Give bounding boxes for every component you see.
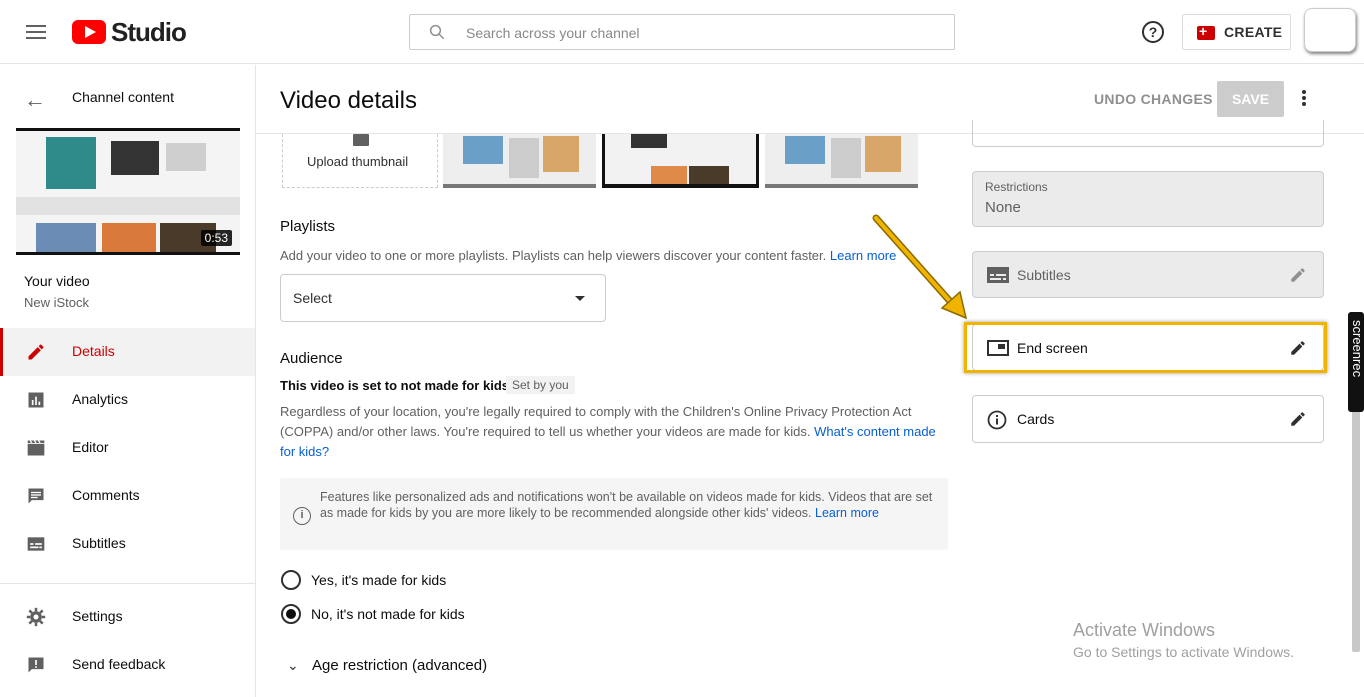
radio-label-no[interactable]: No, it's not made for kids bbox=[311, 606, 465, 622]
sidebar-item-label: Settings bbox=[72, 608, 123, 624]
audience-description: Regardless of your location, you're lega… bbox=[280, 402, 940, 462]
restrictions-value: None bbox=[985, 199, 1021, 216]
search-icon bbox=[429, 24, 445, 40]
feedback-icon bbox=[28, 657, 44, 673]
subtitles-icon bbox=[27, 537, 45, 551]
video-duration: 0:53 bbox=[200, 230, 232, 246]
video-thumbnail[interactable]: 0:53 bbox=[16, 128, 240, 255]
help-icon[interactable]: ? bbox=[1142, 21, 1164, 43]
thumbnail-image bbox=[443, 134, 596, 184]
avatar[interactable] bbox=[1304, 8, 1356, 52]
comments-icon bbox=[28, 488, 44, 504]
sidebar-item-label: Send feedback bbox=[72, 656, 166, 672]
save-button[interactable]: SAVE bbox=[1217, 81, 1284, 117]
image-icon bbox=[353, 134, 369, 146]
activate-windows-subtitle: Go to Settings to activate Windows. bbox=[1073, 644, 1294, 660]
sidebar-item-subtitles[interactable]: Subtitles bbox=[0, 520, 255, 568]
restrictions-card: Restrictions None bbox=[972, 171, 1324, 227]
create-button[interactable]: CREATE bbox=[1182, 14, 1291, 50]
radio-label-yes[interactable]: Yes, it's made for kids bbox=[311, 572, 446, 588]
sidebar-divider bbox=[0, 583, 255, 584]
video-title: New iStock bbox=[24, 295, 90, 310]
thumbnail-image bbox=[765, 134, 918, 184]
radio-made-for-kids-yes[interactable] bbox=[281, 570, 301, 590]
sidebar: ← Channel content 0:53 Your video New iS… bbox=[0, 65, 256, 697]
playlists-title: Playlists bbox=[280, 218, 336, 235]
editor-icon bbox=[27, 440, 45, 456]
search-placeholder: Search across your channel bbox=[466, 25, 640, 41]
audience-title: Audience bbox=[280, 350, 343, 367]
undo-changes-button[interactable]: UNDO CHANGES bbox=[1094, 91, 1213, 107]
sidebar-item-send-feedback[interactable]: Send feedback bbox=[0, 641, 255, 689]
sidebar-item-comments[interactable]: Comments bbox=[0, 472, 255, 520]
activate-windows-title: Activate Windows bbox=[1073, 620, 1216, 640]
sidebar-item-label: Comments bbox=[72, 487, 140, 503]
sidebar-item-details[interactable]: Details bbox=[0, 328, 255, 376]
channel-content-link[interactable]: Channel content bbox=[72, 89, 174, 105]
sidebar-item-analytics[interactable]: Analytics bbox=[0, 376, 255, 424]
info-icon bbox=[987, 410, 1007, 430]
more-options-icon[interactable] bbox=[1296, 88, 1312, 110]
right-panel-card-partial bbox=[972, 120, 1324, 147]
restrictions-label: Restrictions bbox=[985, 180, 1048, 194]
edit-pencil-icon[interactable] bbox=[1289, 410, 1307, 428]
thumbnail-option[interactable] bbox=[443, 134, 596, 188]
audience-status: This video is set to not made for kids bbox=[280, 378, 509, 393]
upload-thumbnail-label: Upload thumbnail bbox=[307, 154, 409, 169]
select-label: Select bbox=[293, 290, 332, 306]
radio-made-for-kids-no[interactable] bbox=[281, 604, 301, 624]
thumbnail-option[interactable] bbox=[765, 134, 918, 188]
age-restriction-toggle[interactable]: Age restriction (advanced) bbox=[312, 657, 487, 674]
page-title: Video details bbox=[280, 87, 417, 114]
cards-label: Cards bbox=[1017, 411, 1055, 427]
create-label: CREATE bbox=[1224, 24, 1283, 40]
playlist-select[interactable]: Select bbox=[280, 274, 606, 322]
search-input[interactable]: Search across your channel bbox=[409, 14, 955, 50]
back-arrow-icon[interactable]: ← bbox=[24, 87, 46, 113]
subtitles-label: Subtitles bbox=[1017, 267, 1071, 283]
set-by-you-badge: Set by you bbox=[506, 376, 575, 394]
playlists-description: Add your video to one or more playlists.… bbox=[280, 246, 920, 266]
sidebar-item-label: Editor bbox=[72, 439, 109, 455]
thumbnail-option-selected[interactable] bbox=[602, 134, 759, 188]
hamburger-menu-icon[interactable] bbox=[24, 22, 48, 42]
studio-logo-text[interactable]: Studio bbox=[111, 17, 187, 48]
kids-info-box: i Features like personalized ads and not… bbox=[280, 478, 948, 550]
subtitles-card[interactable]: Subtitles bbox=[972, 251, 1324, 298]
sidebar-item-settings[interactable]: Settings bbox=[0, 593, 255, 641]
top-bar: Studio Search across your channel ? CREA… bbox=[0, 0, 1364, 64]
your-video-label: Your video bbox=[24, 273, 90, 289]
youtube-logo-icon[interactable] bbox=[72, 20, 106, 44]
pencil-icon bbox=[28, 344, 44, 360]
playlists-description-text: Add your video to one or more playlists.… bbox=[280, 248, 827, 263]
create-video-icon bbox=[1197, 23, 1215, 40]
thumbnail-image bbox=[605, 134, 756, 184]
chevron-down-icon bbox=[575, 296, 585, 301]
end-screen-highlight-box bbox=[964, 322, 1327, 373]
edit-pencil-icon[interactable] bbox=[1289, 266, 1307, 284]
cards-card[interactable]: Cards bbox=[972, 395, 1324, 443]
annotation-arrow bbox=[872, 214, 968, 320]
info-icon: i bbox=[293, 507, 311, 525]
screenrec-label: screenrec bbox=[1350, 320, 1364, 378]
gear-icon bbox=[26, 607, 46, 627]
upload-thumbnail-button[interactable]: Upload thumbnail bbox=[282, 134, 438, 188]
sidebar-item-editor[interactable]: Editor bbox=[0, 424, 255, 472]
sidebar-item-label: Details bbox=[72, 343, 115, 359]
subtitles-icon bbox=[987, 267, 1009, 283]
info-text: Features like personalized ads and notif… bbox=[320, 489, 936, 521]
analytics-icon bbox=[28, 392, 44, 408]
sidebar-item-label: Subtitles bbox=[72, 535, 126, 551]
sidebar-item-label: Analytics bbox=[72, 391, 129, 407]
chevron-down-icon[interactable]: ⌄ bbox=[287, 657, 299, 674]
info-learn-more-link[interactable]: Learn more bbox=[815, 506, 879, 520]
